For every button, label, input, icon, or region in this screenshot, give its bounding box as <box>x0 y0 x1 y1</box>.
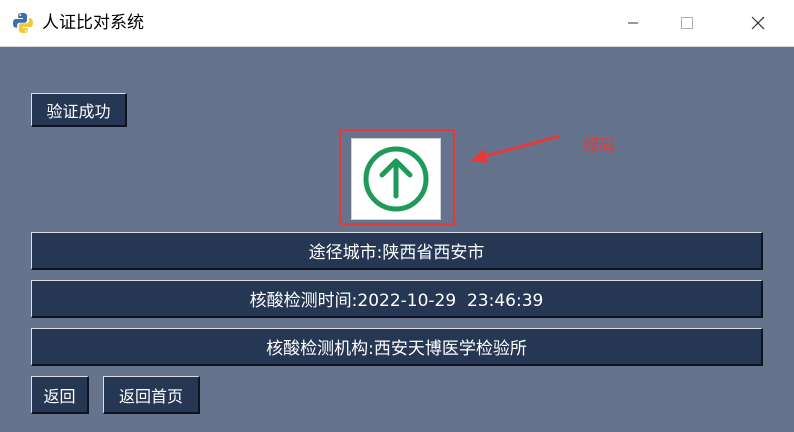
minimize-button[interactable] <box>610 0 656 46</box>
verify-success-button[interactable]: 验证成功 <box>31 93 127 127</box>
minimize-icon <box>628 22 638 24</box>
maximize-button[interactable] <box>664 0 710 46</box>
back-button[interactable]: 返回 <box>31 376 89 414</box>
home-button[interactable]: 返回首页 <box>103 376 200 414</box>
close-icon <box>751 16 765 30</box>
green-arrow-up-icon <box>363 146 429 212</box>
route-cities-bar[interactable]: 途径城市:陕西省西安市 <box>31 232 763 270</box>
health-code-tile <box>351 138 441 220</box>
test-time-bar[interactable]: 核酸检测时间:2022-10-29 23:46:39 <box>31 280 763 318</box>
close-button[interactable] <box>735 0 781 46</box>
maximize-icon <box>681 17 693 29</box>
annotation-label: 绿码 <box>583 136 616 155</box>
title-bar: 人证比对系统 <box>0 0 794 47</box>
main-panel: 验证成功 绿码 途径城市:陕西省西安市 核酸检测时间:2022-10-29 23… <box>0 47 794 432</box>
python-logo-icon <box>13 13 33 33</box>
annotation-arrow-icon <box>470 134 561 163</box>
window-title: 人证比对系统 <box>42 13 144 33</box>
test-org-bar[interactable]: 核酸检测机构:西安天博医学检验所 <box>31 328 763 366</box>
